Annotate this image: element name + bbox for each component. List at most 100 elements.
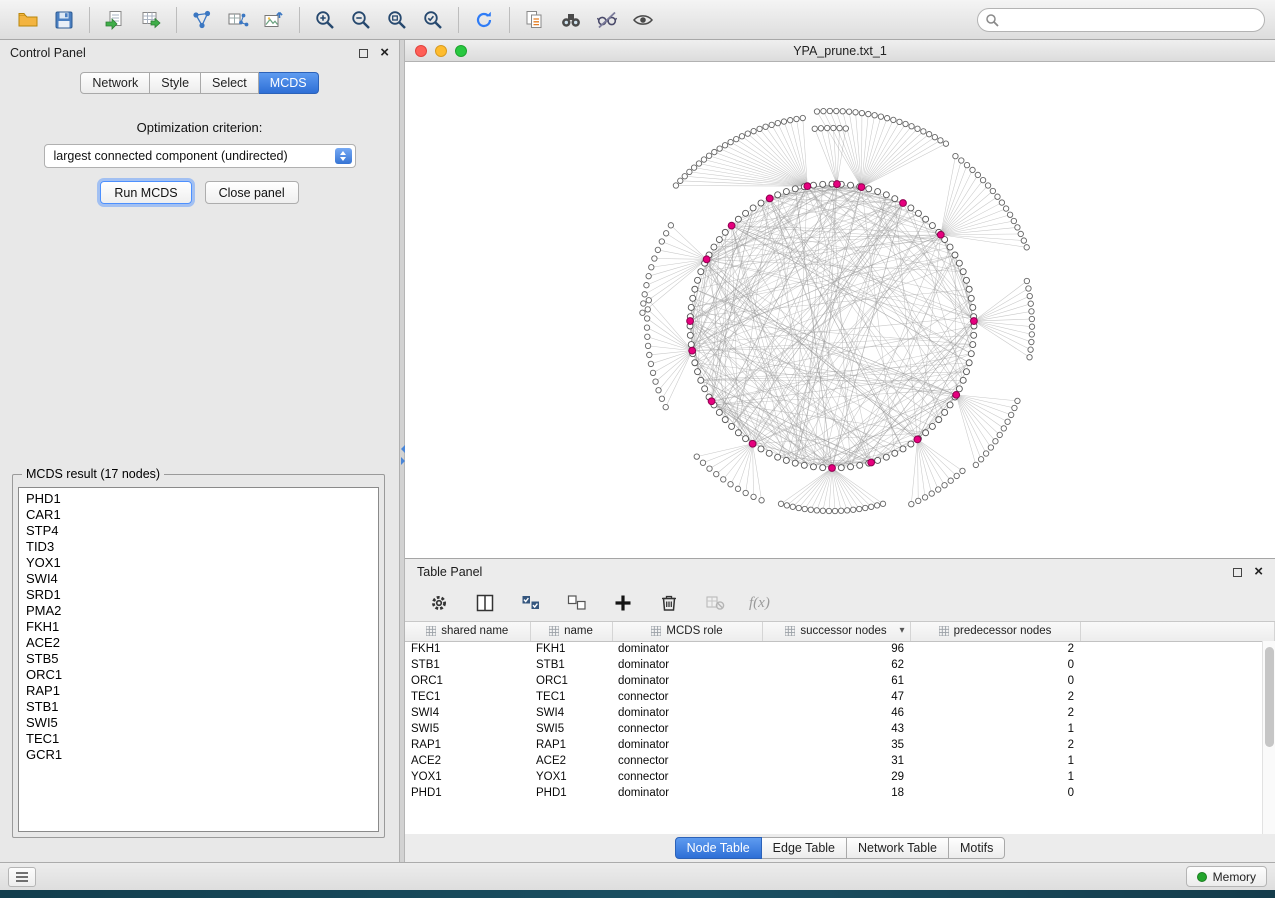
leaf-node[interactable] <box>843 126 848 131</box>
ring-node[interactable] <box>695 277 701 283</box>
leaf-node[interactable] <box>663 231 668 236</box>
ring-node[interactable] <box>758 200 764 206</box>
delete-button[interactable] <box>657 591 681 615</box>
add-button[interactable] <box>611 591 635 615</box>
leaf-node[interactable] <box>872 113 877 118</box>
ring-node[interactable] <box>936 417 942 423</box>
table-cell[interactable]: dominator <box>612 657 762 673</box>
mcds-result-item[interactable]: SRD1 <box>26 587 378 603</box>
table-cell[interactable]: dominator <box>612 705 762 721</box>
dominator-node[interactable] <box>687 318 694 325</box>
leaf-node[interactable] <box>778 501 783 506</box>
ring-node[interactable] <box>857 462 863 468</box>
ring-node[interactable] <box>947 244 953 250</box>
table-row[interactable]: PHD1PHD1dominator180 <box>405 785 1275 801</box>
mcds-result-item[interactable]: CAR1 <box>26 507 378 523</box>
float-panel-icon[interactable] <box>359 49 368 58</box>
leaf-node[interactable] <box>831 125 836 130</box>
leaf-node[interactable] <box>751 128 756 133</box>
leaf-node[interactable] <box>824 125 829 130</box>
leaf-node[interactable] <box>909 501 914 506</box>
run-mcds-button[interactable]: Run MCDS <box>100 181 191 204</box>
leaf-node[interactable] <box>938 138 943 143</box>
dominator-node[interactable] <box>914 436 921 443</box>
leaf-node[interactable] <box>1005 419 1010 424</box>
leaf-node[interactable] <box>975 172 980 177</box>
mcds-result-item[interactable]: STB5 <box>26 651 378 667</box>
table-cell[interactable]: 2 <box>910 689 1080 705</box>
leaf-node[interactable] <box>644 325 649 330</box>
table-cell[interactable] <box>1080 705 1275 721</box>
ring-node[interactable] <box>942 409 948 415</box>
leaf-node[interactable] <box>682 174 687 179</box>
leaf-node[interactable] <box>784 503 789 508</box>
leaf-node[interactable] <box>644 316 649 321</box>
ring-node[interactable] <box>775 192 781 198</box>
dominator-node[interactable] <box>804 183 811 190</box>
leaf-node[interactable] <box>721 477 726 482</box>
table-cell[interactable]: dominator <box>612 737 762 753</box>
table-cell[interactable] <box>1080 753 1275 769</box>
dominator-node[interactable] <box>766 195 773 202</box>
leaf-node[interactable] <box>655 247 660 252</box>
dominator-node[interactable] <box>953 391 960 398</box>
ring-node[interactable] <box>923 216 929 222</box>
leaf-node[interactable] <box>707 466 712 471</box>
leaf-node[interactable] <box>644 283 649 288</box>
leaf-node[interactable] <box>851 507 856 512</box>
dominator-node[interactable] <box>834 181 841 188</box>
gear-button[interactable] <box>427 591 451 615</box>
zoom-fit-button[interactable] <box>379 5 415 35</box>
dominator-node[interactable] <box>829 465 836 472</box>
leaf-node[interactable] <box>880 501 885 506</box>
table-cell[interactable]: 1 <box>910 753 1080 769</box>
leaf-node[interactable] <box>1015 398 1020 403</box>
table-cell[interactable]: FKH1 <box>405 641 530 657</box>
ring-node[interactable] <box>801 462 807 468</box>
leaf-node[interactable] <box>668 223 673 228</box>
table-cell[interactable]: 2 <box>910 737 1080 753</box>
leaf-node[interactable] <box>837 125 842 130</box>
leaf-node[interactable] <box>700 460 705 465</box>
leaf-node[interactable] <box>1021 238 1026 243</box>
column-header-name[interactable]: name <box>530 622 612 641</box>
leaf-node[interactable] <box>673 183 678 188</box>
mcds-result-item[interactable]: SWI5 <box>26 715 378 731</box>
leaf-node[interactable] <box>769 122 774 127</box>
ring-node[interactable] <box>875 457 881 463</box>
ring-node[interactable] <box>820 181 826 187</box>
table-cell[interactable]: SWI5 <box>405 721 530 737</box>
leaf-node[interactable] <box>818 126 823 131</box>
column-header-shared-name[interactable]: shared name <box>405 622 530 641</box>
show-eye-button[interactable] <box>625 5 661 35</box>
leaf-node[interactable] <box>646 273 651 278</box>
table-cell[interactable]: STB1 <box>530 657 612 673</box>
leaf-node[interactable] <box>832 508 837 513</box>
leaf-node[interactable] <box>1029 339 1034 344</box>
leaf-node[interactable] <box>995 194 1000 199</box>
leaf-node[interactable] <box>678 178 683 183</box>
leaf-node[interactable] <box>990 188 995 193</box>
table-row[interactable]: ORC1ORC1dominator610 <box>405 673 1275 689</box>
leaf-node[interactable] <box>844 508 849 513</box>
ring-node[interactable] <box>766 450 772 456</box>
ring-node[interactable] <box>883 454 889 460</box>
ring-node[interactable] <box>792 460 798 466</box>
splitter-collapse-handle[interactable] <box>400 445 405 471</box>
leaf-node[interactable] <box>1027 293 1032 298</box>
leaf-node[interactable] <box>653 379 658 384</box>
leaf-node[interactable] <box>739 134 744 139</box>
leaf-node[interactable] <box>640 310 645 315</box>
table-cell[interactable]: connector <box>612 769 762 785</box>
leaf-node[interactable] <box>728 139 733 144</box>
table-row[interactable]: YOX1YOX1connector291 <box>405 769 1275 785</box>
leaf-node[interactable] <box>922 495 927 500</box>
table-cell[interactable]: SWI5 <box>530 721 612 737</box>
mcds-result-list[interactable]: PHD1CAR1STP4TID3YOX1SWI4SRD1PMA2FKH1ACE2… <box>18 487 379 832</box>
columns-button[interactable] <box>473 591 497 615</box>
table-cell[interactable]: 0 <box>910 785 1080 801</box>
dominator-node[interactable] <box>937 231 944 238</box>
table-cell[interactable]: TEC1 <box>530 689 612 705</box>
leaf-node[interactable] <box>714 471 719 476</box>
ring-node[interactable] <box>750 205 756 211</box>
